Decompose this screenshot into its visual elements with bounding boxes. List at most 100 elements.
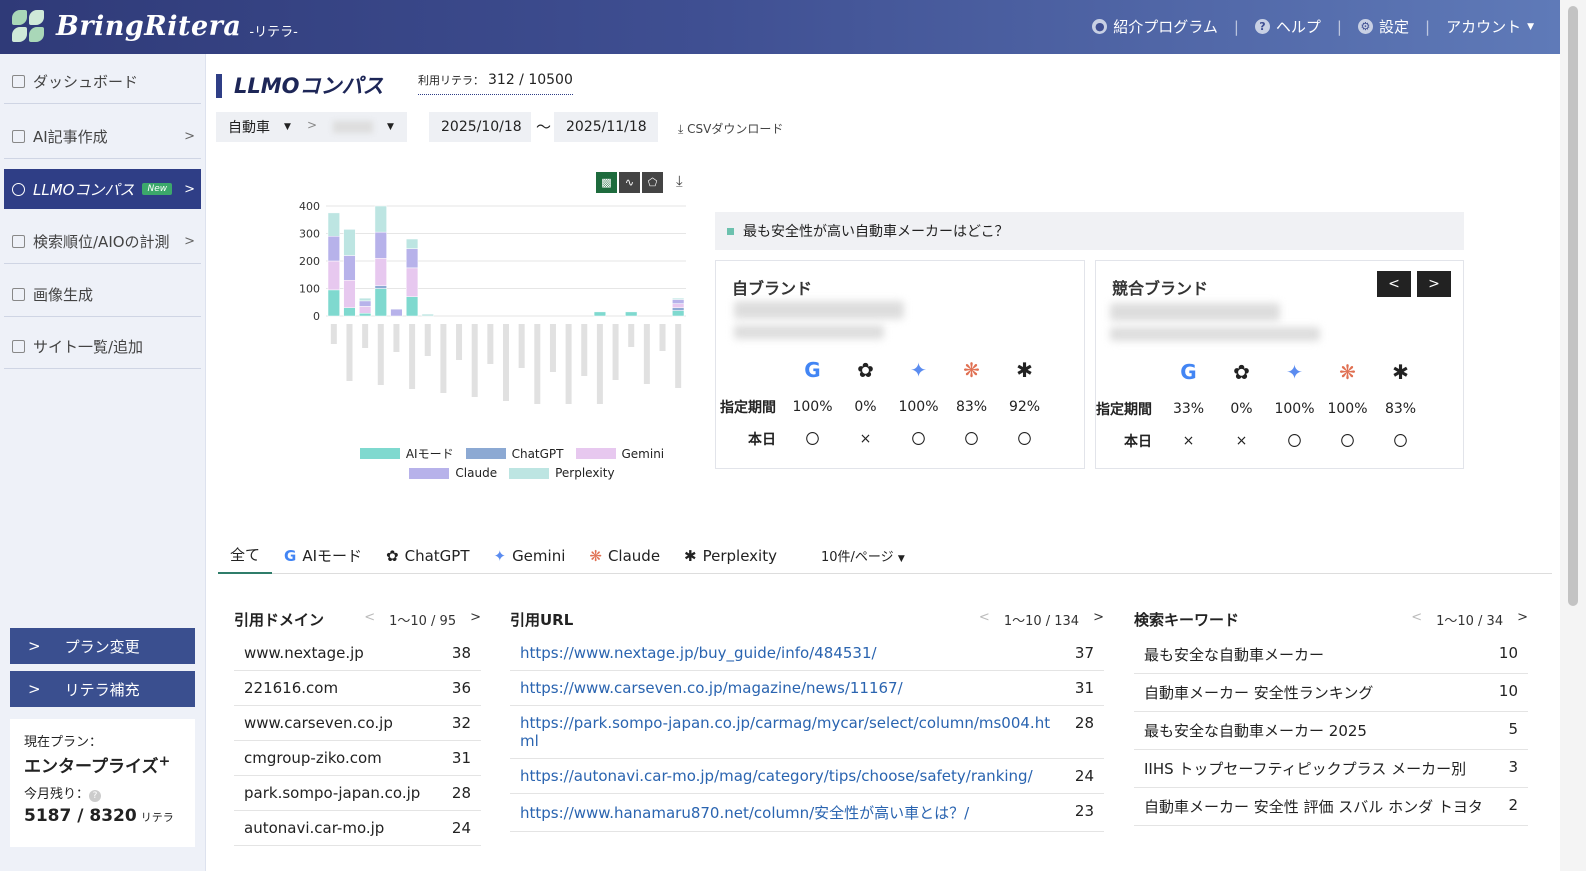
bar-segment[interactable]: [672, 297, 685, 300]
citation-url-link[interactable]: https://www.carseven.co.jp/magazine/news…: [520, 679, 903, 697]
own-brand-card: 自ブランド G ✿ ✦ ❋ ✱ 指定期間 100% 0% 100% 83% 92…: [715, 260, 1085, 469]
bar-segment[interactable]: [421, 313, 434, 317]
bar-segment[interactable]: [374, 285, 387, 289]
bar-segment[interactable]: [374, 231, 387, 259]
plan-change-button[interactable]: > プラン変更: [10, 628, 195, 664]
legend-item[interactable]: ChatGPT: [465, 445, 564, 462]
prev-page-button[interactable]: <: [364, 610, 375, 629]
bar-segment[interactable]: [359, 300, 372, 307]
next-page-button[interactable]: >: [470, 610, 481, 629]
citation-url-link[interactable]: https://park.sompo-japan.co.jp/carmag/my…: [520, 714, 1060, 750]
ai-icons-row: G ✿ ✦ ❋ ✱: [1092, 359, 1427, 385]
comp-period-google: 33%: [1172, 401, 1205, 417]
blurred-category-label: [393, 324, 400, 352]
legend-item[interactable]: Claude: [409, 466, 497, 480]
blurred-category-label: [503, 324, 509, 401]
bar-segment[interactable]: [672, 303, 685, 308]
bar-segment[interactable]: [359, 306, 372, 314]
citation-url-link[interactable]: https://www.hanamaru870.net/column/安全性が高…: [520, 802, 969, 823]
tab-ai-mode[interactable]: G AIモード: [272, 538, 374, 574]
perplexity-icon: ✱: [1016, 358, 1033, 382]
bar-segment[interactable]: [374, 288, 387, 317]
tab-claude[interactable]: ❋ Claude: [577, 538, 672, 574]
sidebar-item-image-gen[interactable]: 画像生成: [4, 273, 201, 317]
bar-segment[interactable]: [593, 311, 606, 317]
download-icon[interactable]: ⤓: [676, 172, 683, 190]
own-period-google: 100%: [792, 399, 833, 415]
sidebar-item-search-ranking[interactable]: 検索順位/AIOの計測 >: [4, 220, 201, 264]
tab-all[interactable]: 全て: [218, 538, 273, 574]
row-count: 31: [451, 749, 471, 767]
blurred-category-label: [487, 324, 494, 364]
bar-segment[interactable]: [343, 307, 356, 317]
url-table-header: 引用URL <1～10 / 134 >: [510, 608, 1104, 630]
legend-item[interactable]: Gemini: [575, 445, 664, 462]
citation-url-link[interactable]: https://autonavi.car-mo.jp/mag/category/…: [520, 767, 1033, 785]
bar-segment[interactable]: [327, 260, 340, 291]
bar-segment[interactable]: [343, 255, 356, 281]
bar-segment[interactable]: [327, 212, 340, 237]
bar-segment[interactable]: [406, 296, 419, 317]
sidebar-item-llmo-compass[interactable]: LLMOコンパス New >: [4, 169, 201, 209]
bar-segment[interactable]: [406, 267, 419, 297]
legend-item[interactable]: AIモード: [359, 445, 454, 462]
logo[interactable]: BringRitera -リテラ-: [10, 8, 298, 44]
sidebar-item-sites[interactable]: サイト一覧/追加: [4, 325, 201, 369]
prev-page-button[interactable]: <: [979, 610, 990, 629]
sidebar-item-ai-article[interactable]: AI記事作成 >: [4, 115, 201, 159]
date-to-input[interactable]: 2025/11/18: [554, 112, 658, 142]
radar-chart-icon[interactable]: ⬠: [642, 172, 663, 193]
chatgpt-icon: ✿: [386, 546, 399, 565]
legend-item[interactable]: Perplexity: [509, 466, 615, 480]
claude-icon: ❋: [1339, 360, 1356, 384]
settings-link[interactable]: ⚙ 設定: [1357, 16, 1409, 37]
bar-segment[interactable]: [359, 297, 372, 302]
table-row: park.sompo-japan.co.jp 28: [234, 776, 481, 811]
bar-segment[interactable]: [672, 299, 685, 304]
vertical-scrollbar[interactable]: [1560, 0, 1586, 871]
own-period-row: 指定期間 100% 0% 100% 83% 92%: [716, 397, 1051, 417]
next-page-button[interactable]: >: [1093, 610, 1104, 629]
prev-page-button[interactable]: <: [1411, 610, 1422, 629]
date-from-input[interactable]: 2025/10/18: [429, 112, 531, 142]
bar-segment[interactable]: [672, 310, 685, 317]
next-competitor-button[interactable]: >: [1417, 271, 1451, 297]
per-page-select[interactable]: 10件/ページ ▼: [821, 546, 905, 565]
bar-segment[interactable]: [359, 313, 372, 317]
bar-segment[interactable]: [406, 248, 419, 269]
bar-segment[interactable]: [672, 307, 685, 311]
tab-gemini[interactable]: ✦ Gemini: [481, 538, 577, 574]
account-menu[interactable]: アカウント ▼: [1446, 16, 1534, 37]
line-chart-icon[interactable]: ∿: [619, 172, 640, 193]
sidebar-item-dashboard[interactable]: ダッシュボード: [4, 60, 201, 104]
bar-segment[interactable]: [625, 311, 638, 317]
bar-segment[interactable]: [374, 258, 387, 286]
caret-down-icon: ▼: [897, 554, 905, 564]
scrollbar-thumb[interactable]: [1568, 6, 1578, 606]
bar-segment[interactable]: [327, 289, 340, 317]
ritera-add-button[interactable]: > リテラ補充: [10, 671, 195, 707]
bar-segment[interactable]: [343, 229, 356, 256]
info-icon[interactable]: ?: [89, 790, 102, 802]
google-icon: G: [1180, 360, 1197, 384]
bar-segment[interactable]: [374, 205, 387, 233]
help-link[interactable]: ? ヘルプ: [1254, 16, 1321, 37]
people-icon: ●: [1092, 19, 1108, 34]
title-accent: [216, 74, 222, 98]
bar-segment[interactable]: [327, 236, 340, 262]
csv-download-link[interactable]: ⤓ CSVダウンロード: [678, 120, 783, 137]
sidebar: ダッシュボード AI記事作成 > LLMOコンパス New > 検索順位/AIOの計測…: [0, 54, 206, 871]
prev-competitor-button[interactable]: <: [1377, 271, 1411, 297]
bar-chart-icon[interactable]: ▩: [596, 172, 617, 193]
tab-perplexity[interactable]: ✱ Perplexity: [672, 538, 789, 574]
date-to-value: 2025/11/18: [566, 119, 647, 135]
tab-chatgpt[interactable]: ✿ ChatGPT: [374, 538, 481, 574]
subcategory-select[interactable]: ▼: [321, 112, 407, 142]
citation-url-link[interactable]: https://www.nextage.jp/buy_guide/info/48…: [520, 644, 877, 662]
legend-label: Perplexity: [555, 466, 615, 480]
referral-program-link[interactable]: ● 紹介プログラム: [1092, 16, 1218, 37]
bar-segment[interactable]: [390, 308, 403, 317]
bar-segment[interactable]: [343, 280, 356, 308]
bar-segment[interactable]: [406, 238, 419, 249]
next-page-button[interactable]: >: [1517, 610, 1528, 629]
